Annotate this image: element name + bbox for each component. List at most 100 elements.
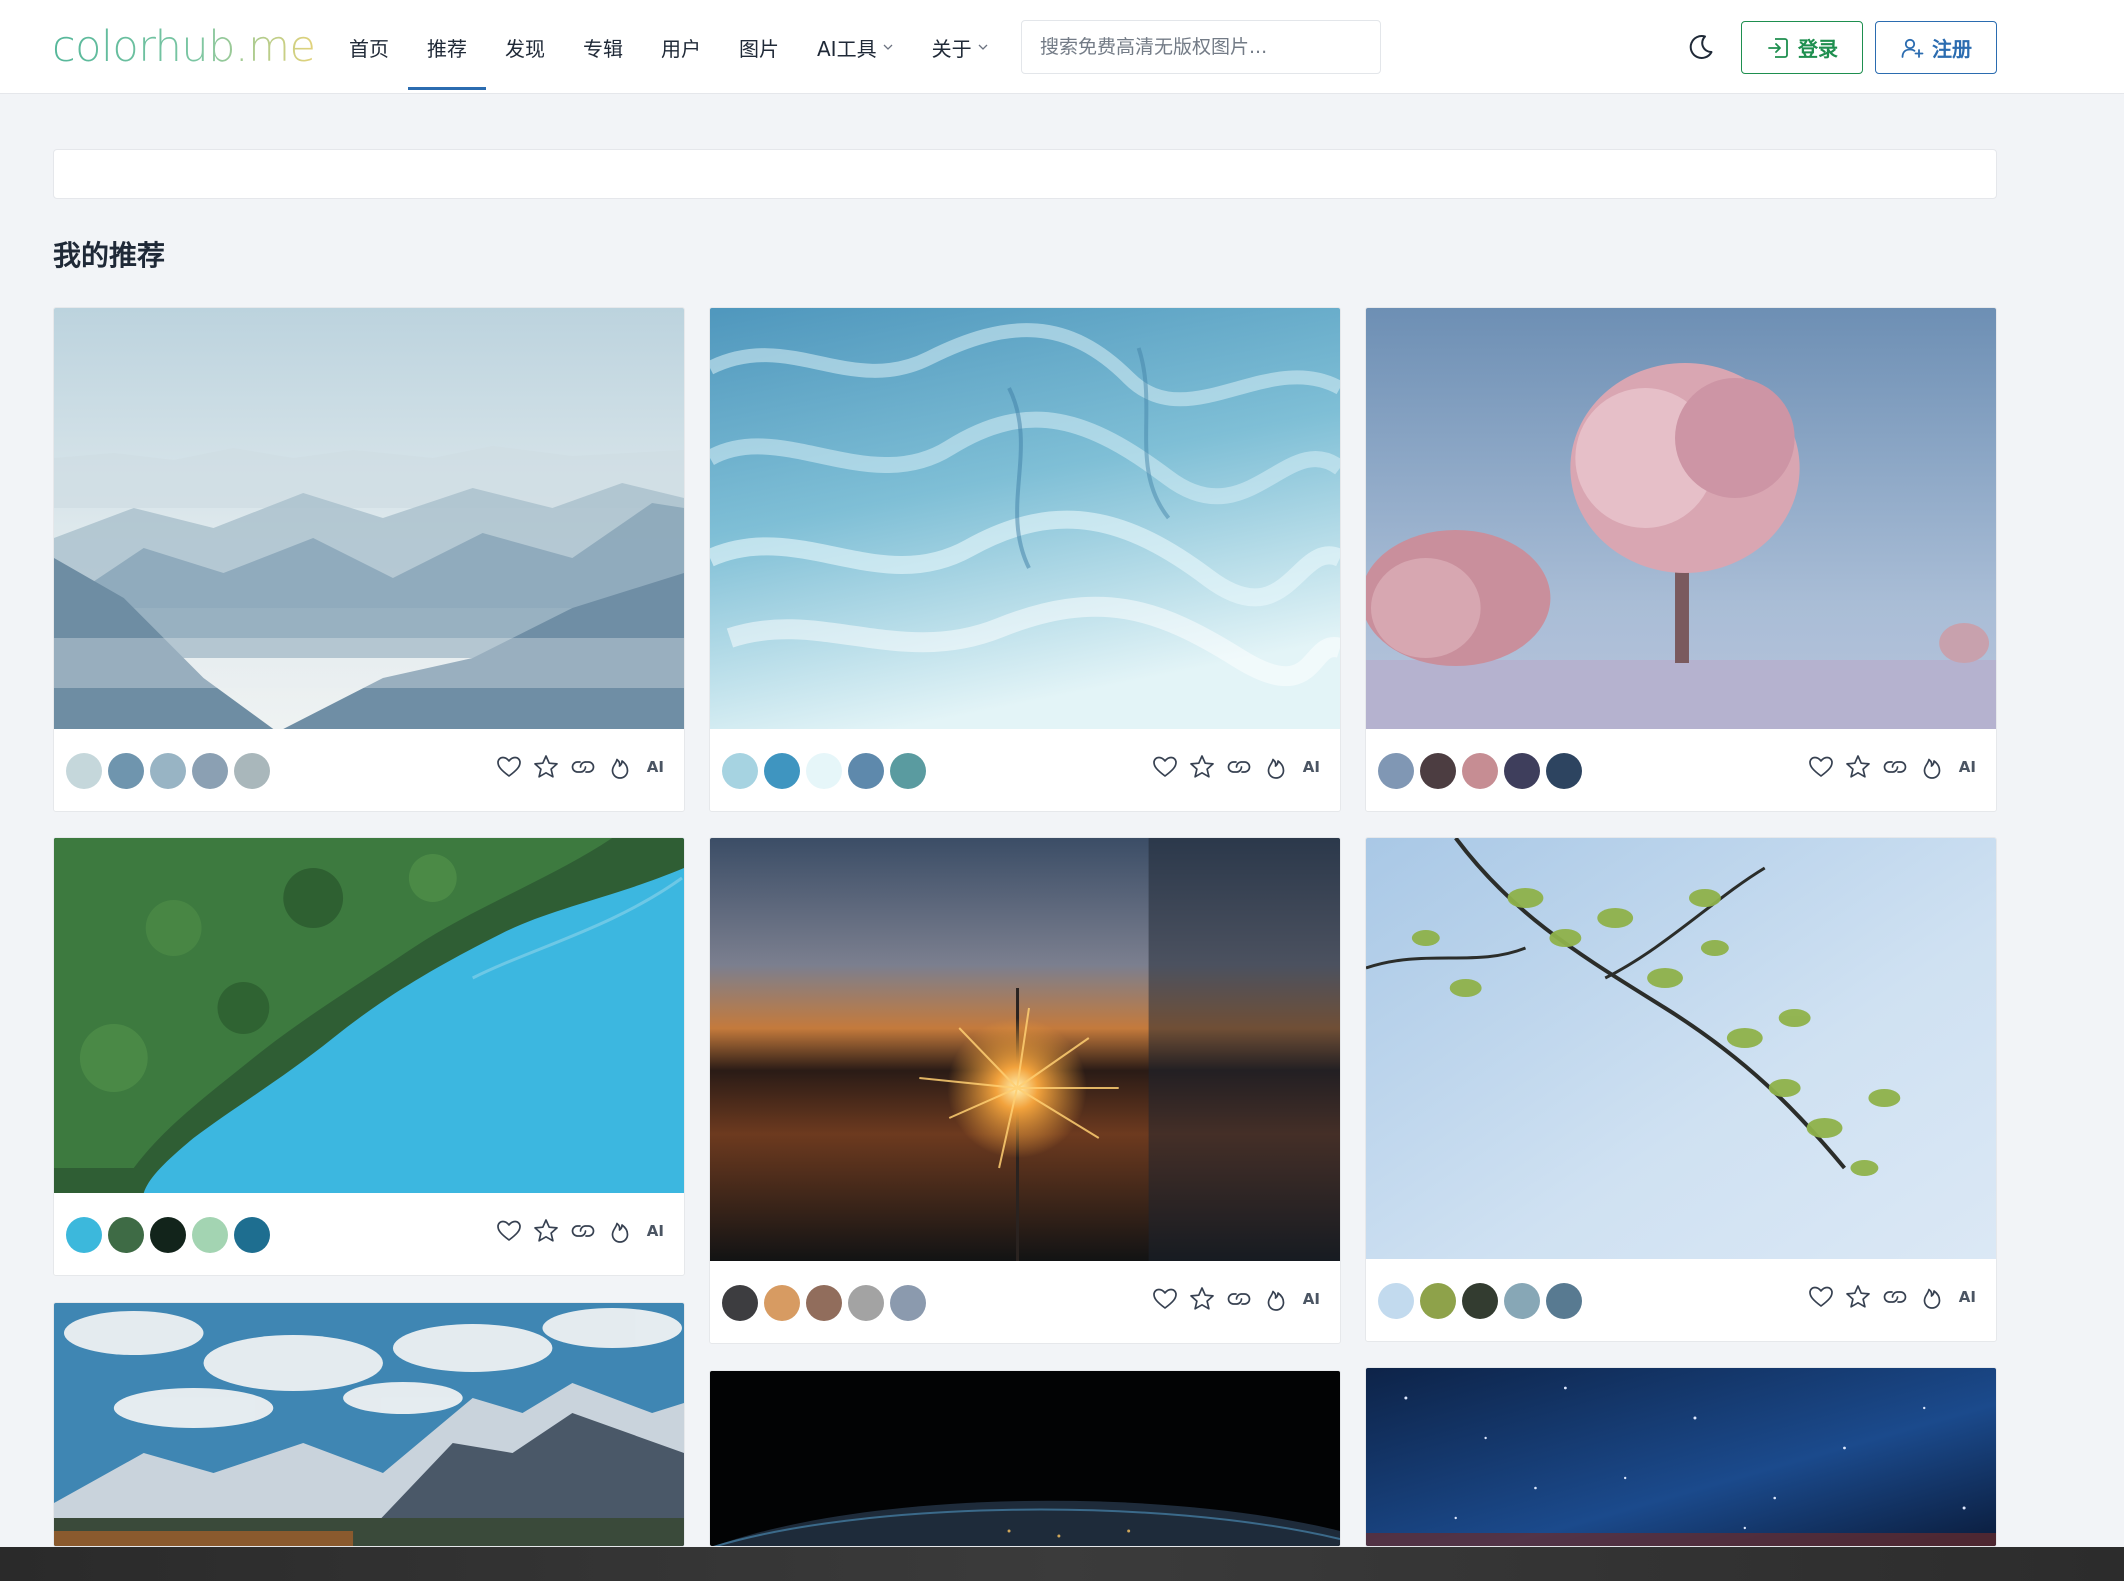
color-swatch[interactable] bbox=[1462, 753, 1498, 789]
ai-tool-link[interactable]: AI bbox=[647, 1222, 664, 1240]
star-icon[interactable] bbox=[1844, 753, 1872, 781]
photo-image[interactable] bbox=[1366, 838, 1996, 1259]
fire-icon[interactable] bbox=[1918, 1283, 1946, 1311]
color-swatch[interactable] bbox=[192, 753, 228, 789]
heart-icon[interactable] bbox=[1151, 1285, 1179, 1313]
card-actions: AI bbox=[1151, 753, 1320, 781]
link-icon[interactable] bbox=[569, 1217, 597, 1245]
color-swatch[interactable] bbox=[1504, 753, 1540, 789]
photo-image[interactable] bbox=[710, 1371, 1340, 1547]
color-swatch[interactable] bbox=[848, 1285, 884, 1321]
star-icon[interactable] bbox=[1188, 753, 1216, 781]
nav-item-discover[interactable]: 发现 bbox=[486, 0, 564, 94]
color-swatch[interactable] bbox=[192, 1217, 228, 1253]
register-button[interactable]: 注册 bbox=[1875, 21, 1997, 74]
color-swatch[interactable] bbox=[764, 753, 800, 789]
heart-icon[interactable] bbox=[1151, 753, 1179, 781]
color-swatch[interactable] bbox=[150, 753, 186, 789]
fire-icon[interactable] bbox=[606, 753, 634, 781]
color-swatch[interactable] bbox=[890, 753, 926, 789]
color-swatch[interactable] bbox=[890, 1285, 926, 1321]
site-logo[interactable]: colorhub.me bbox=[52, 22, 316, 72]
ai-tool-link[interactable]: AI bbox=[647, 758, 664, 776]
link-icon[interactable] bbox=[569, 753, 597, 781]
photo-image[interactable] bbox=[1366, 308, 1996, 729]
color-palette bbox=[722, 1285, 926, 1321]
main-nav: 首页 推荐 发现 专辑 用户 图片 AI工具 关于 bbox=[330, 0, 1008, 94]
fire-icon[interactable] bbox=[1262, 753, 1290, 781]
color-swatch[interactable] bbox=[1420, 753, 1456, 789]
ai-tool-link[interactable]: AI bbox=[1959, 1288, 1976, 1306]
color-swatch[interactable] bbox=[1546, 753, 1582, 789]
color-swatch[interactable] bbox=[848, 753, 884, 789]
photo-image[interactable] bbox=[710, 308, 1340, 729]
card-toolbar: AI bbox=[710, 1261, 1340, 1343]
photo-image[interactable] bbox=[710, 838, 1340, 1261]
color-swatch[interactable] bbox=[66, 753, 102, 789]
card-toolbar: AI bbox=[54, 1193, 684, 1275]
star-icon[interactable] bbox=[532, 753, 560, 781]
fire-icon[interactable] bbox=[1918, 753, 1946, 781]
nav-item-albums[interactable]: 专辑 bbox=[564, 0, 642, 94]
heart-icon[interactable] bbox=[1807, 1283, 1835, 1311]
link-icon[interactable] bbox=[1881, 1283, 1909, 1311]
color-swatch[interactable] bbox=[722, 753, 758, 789]
heart-icon[interactable] bbox=[495, 753, 523, 781]
nav-item-about[interactable]: 关于 bbox=[913, 0, 1008, 94]
color-swatch[interactable] bbox=[1462, 1283, 1498, 1319]
link-icon[interactable] bbox=[1225, 1285, 1253, 1313]
nav-item-images[interactable]: 图片 bbox=[720, 0, 798, 94]
color-swatch[interactable] bbox=[66, 1217, 102, 1253]
color-swatch[interactable] bbox=[1378, 753, 1414, 789]
fire-icon[interactable] bbox=[606, 1217, 634, 1245]
photo-image[interactable] bbox=[54, 308, 684, 729]
login-button[interactable]: 登录 bbox=[1741, 21, 1863, 74]
color-swatch[interactable] bbox=[234, 753, 270, 789]
ai-tool-link[interactable]: AI bbox=[1303, 1290, 1320, 1308]
ai-tool-link[interactable]: AI bbox=[1303, 758, 1320, 776]
star-icon[interactable] bbox=[532, 1217, 560, 1245]
ai-tool-link[interactable]: AI bbox=[1959, 758, 1976, 776]
color-swatch[interactable] bbox=[234, 1217, 270, 1253]
nav-item-home[interactable]: 首页 bbox=[330, 0, 408, 94]
login-label: 登录 bbox=[1798, 37, 1838, 61]
photo-image[interactable] bbox=[1366, 1368, 1996, 1547]
photo-card: AI bbox=[709, 307, 1341, 812]
fire-icon[interactable] bbox=[1262, 1285, 1290, 1313]
star-icon[interactable] bbox=[1188, 1285, 1216, 1313]
color-swatch[interactable] bbox=[806, 1285, 842, 1321]
photo-card bbox=[53, 1302, 685, 1547]
color-palette bbox=[1378, 753, 1582, 789]
nav-item-ai-tools[interactable]: AI工具 bbox=[798, 0, 913, 94]
nav-item-recommend[interactable]: 推荐 bbox=[408, 0, 486, 94]
moon-icon[interactable] bbox=[1686, 32, 1716, 62]
color-swatch[interactable] bbox=[1378, 1283, 1414, 1319]
link-icon[interactable] bbox=[1225, 753, 1253, 781]
color-swatch[interactable] bbox=[806, 753, 842, 789]
color-swatch[interactable] bbox=[108, 753, 144, 789]
search-input[interactable] bbox=[1021, 20, 1381, 74]
photo-image[interactable] bbox=[54, 838, 684, 1193]
nav-item-label: 专辑 bbox=[583, 36, 623, 61]
card-toolbar: AI bbox=[1366, 729, 1996, 811]
photo-image[interactable] bbox=[54, 1303, 684, 1547]
card-actions: AI bbox=[1151, 1285, 1320, 1313]
card-actions: AI bbox=[495, 753, 664, 781]
card-actions: AI bbox=[1807, 1283, 1976, 1311]
link-icon[interactable] bbox=[1881, 753, 1909, 781]
color-swatch[interactable] bbox=[1420, 1283, 1456, 1319]
color-swatch[interactable] bbox=[150, 1217, 186, 1253]
photo-card: AI bbox=[1365, 837, 1997, 1342]
color-swatch[interactable] bbox=[108, 1217, 144, 1253]
nav-item-label: 关于 bbox=[931, 36, 972, 61]
color-swatch[interactable] bbox=[1546, 1283, 1582, 1319]
add-user-icon bbox=[1901, 38, 1924, 58]
color-swatch[interactable] bbox=[1504, 1283, 1540, 1319]
nav-item-users[interactable]: 用户 bbox=[642, 0, 720, 94]
color-swatch[interactable] bbox=[764, 1285, 800, 1321]
star-icon[interactable] bbox=[1844, 1283, 1872, 1311]
color-swatch[interactable] bbox=[722, 1285, 758, 1321]
heart-icon[interactable] bbox=[495, 1217, 523, 1245]
taskbar-strip bbox=[0, 1547, 2124, 1581]
heart-icon[interactable] bbox=[1807, 753, 1835, 781]
